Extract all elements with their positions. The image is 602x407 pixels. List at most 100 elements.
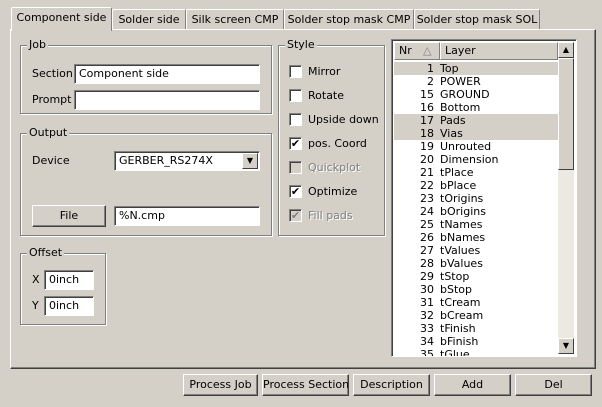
layer-row[interactable]: 25 tNames bbox=[394, 218, 562, 231]
offset-x-label: X bbox=[32, 273, 40, 286]
layer-row[interactable]: 32 bCream bbox=[394, 309, 562, 322]
del-button[interactable]: Del bbox=[515, 374, 592, 396]
tab-solder-stop-mask-sol[interactable]: Solder stop mask SOL bbox=[414, 9, 540, 30]
tab-silk-screen-cmp[interactable]: Silk screen CMP bbox=[186, 9, 284, 30]
layer-nr: 17 bbox=[420, 114, 434, 127]
layer-name: tValues bbox=[440, 244, 481, 257]
layer-row[interactable]: 15 GROUND bbox=[394, 88, 562, 101]
layer-nr: 2 bbox=[427, 75, 434, 88]
layer-row[interactable]: 24 bOrigins bbox=[394, 205, 562, 218]
sort-icon: △ bbox=[423, 44, 432, 57]
scroll-up-icon[interactable]: ▲ bbox=[558, 42, 574, 58]
layer-name: bNames bbox=[440, 231, 486, 244]
column-header-layer[interactable]: Layer bbox=[440, 42, 558, 60]
checkbox-label: Optimize bbox=[308, 185, 358, 198]
layer-nr: 30 bbox=[420, 283, 434, 296]
layer-name: Dimension bbox=[440, 153, 499, 166]
device-select[interactable]: GERBER_RS274X ▼ bbox=[114, 151, 260, 171]
checkbox-label: Quickplot bbox=[308, 161, 361, 174]
layer-nr: 15 bbox=[420, 88, 434, 101]
file-input[interactable]: %N.cmp bbox=[114, 206, 260, 226]
job-group-title: Job bbox=[27, 38, 48, 52]
layer-row[interactable]: 21 tPlace bbox=[394, 166, 562, 179]
layer-row[interactable]: 16 Bottom bbox=[394, 101, 562, 114]
checkbox-label: Fill pads bbox=[308, 209, 353, 222]
layer-name: Vias bbox=[440, 127, 463, 140]
checkbox-box bbox=[289, 161, 302, 174]
layer-row[interactable]: 27 tValues bbox=[394, 244, 562, 257]
layer-name: bStop bbox=[440, 283, 472, 296]
layer-row[interactable]: 35 tGlue bbox=[394, 348, 562, 357]
checkbox-box[interactable] bbox=[289, 65, 302, 78]
layer-row[interactable]: 22 bPlace bbox=[394, 179, 562, 192]
layer-row[interactable]: 19 Unrouted bbox=[394, 140, 562, 153]
layer-row[interactable]: 31 tCream bbox=[394, 296, 562, 309]
checkbox-box[interactable] bbox=[289, 113, 302, 126]
tab-solder-side[interactable]: Solder side bbox=[112, 9, 186, 30]
scroll-down-icon[interactable]: ▼ bbox=[558, 338, 574, 354]
layer-name: POWER bbox=[440, 75, 481, 88]
layer-nr: 34 bbox=[420, 335, 434, 348]
layer-nr: 19 bbox=[420, 140, 434, 153]
layer-nr: 18 bbox=[420, 127, 434, 140]
section-input[interactable]: Component side bbox=[74, 64, 260, 84]
offset-y-label: Y bbox=[32, 299, 39, 312]
tab-component-side[interactable]: Component side bbox=[11, 7, 112, 31]
layer-row[interactable]: 17 Pads bbox=[394, 114, 562, 127]
layer-name: tGlue bbox=[440, 348, 470, 357]
layer-list-scrollbar[interactable]: ▲ ▼ bbox=[558, 42, 574, 354]
layer-name: Bottom bbox=[440, 101, 481, 114]
layer-name: bValues bbox=[440, 257, 483, 270]
offset-x-input[interactable]: 0inch bbox=[44, 270, 94, 290]
layer-name: tCream bbox=[440, 296, 481, 309]
layer-nr: 28 bbox=[420, 257, 434, 270]
checkbox-box[interactable]: ✔ bbox=[289, 185, 302, 198]
layer-row[interactable]: 18 Vias bbox=[394, 127, 562, 140]
layer-nr: 33 bbox=[420, 322, 434, 335]
layer-nr: 27 bbox=[420, 244, 434, 257]
layer-row[interactable]: 29 tStop bbox=[394, 270, 562, 283]
layer-name: bOrigins bbox=[440, 205, 486, 218]
layer-nr: 31 bbox=[420, 296, 434, 309]
layer-row[interactable]: 2 POWER bbox=[394, 75, 562, 88]
checkbox-box[interactable] bbox=[289, 89, 302, 102]
scrollbar-thumb[interactable] bbox=[558, 58, 574, 170]
device-select-value: GERBER_RS274X bbox=[119, 154, 213, 167]
checkbox-label: Upside down bbox=[308, 113, 379, 126]
layer-nr: 1 bbox=[427, 62, 434, 75]
process-job-button[interactable]: Process Job bbox=[183, 374, 258, 396]
layer-row[interactable]: 34 bFinish bbox=[394, 335, 562, 348]
column-header-nr[interactable]: Nr △ bbox=[394, 42, 440, 60]
checkbox-box[interactable]: ✔ bbox=[289, 137, 302, 150]
section-label: Section bbox=[32, 67, 73, 80]
layer-nr: 29 bbox=[420, 270, 434, 283]
layer-nr: 16 bbox=[420, 101, 434, 114]
layer-row[interactable]: 33 tFinish bbox=[394, 322, 562, 335]
layer-row[interactable]: 23 tOrigins bbox=[394, 192, 562, 205]
tab-solder-stop-mask-cmp[interactable]: Solder stop mask CMP bbox=[284, 9, 414, 30]
layer-row[interactable]: 20 Dimension bbox=[394, 153, 562, 166]
layer-name: bCream bbox=[440, 309, 484, 322]
description-button[interactable]: Description bbox=[353, 374, 430, 396]
layer-nr: 32 bbox=[420, 309, 434, 322]
layer-name: Top bbox=[440, 62, 459, 75]
process-section-button[interactable]: Process Section bbox=[262, 374, 349, 396]
prompt-label: Prompt bbox=[32, 93, 72, 106]
layer-nr: 35 bbox=[420, 348, 434, 357]
offset-y-input[interactable]: 0inch bbox=[44, 296, 94, 316]
layer-nr: 25 bbox=[420, 218, 434, 231]
checkbox-label: pos. Coord bbox=[308, 137, 367, 150]
offset-group-title: Offset bbox=[27, 246, 65, 260]
layer-nr: 21 bbox=[420, 166, 434, 179]
prompt-input[interactable] bbox=[74, 90, 260, 110]
add-button[interactable]: Add bbox=[434, 374, 511, 396]
layer-row[interactable]: 30 bStop bbox=[394, 283, 562, 296]
dropdown-arrow-icon[interactable]: ▼ bbox=[242, 153, 258, 169]
layer-row[interactable]: 1 Top bbox=[394, 62, 562, 75]
layer-row[interactable]: 26 bNames bbox=[394, 231, 562, 244]
layer-nr: 23 bbox=[420, 192, 434, 205]
layer-list[interactable]: Nr △ Layer 1 Top 2 POWER 15 GROUND 16 Bottom 17 P… bbox=[391, 39, 577, 357]
layer-row[interactable]: 28 bValues bbox=[394, 257, 562, 270]
checkbox-label: Rotate bbox=[308, 89, 345, 102]
file-button[interactable]: File bbox=[32, 205, 106, 227]
